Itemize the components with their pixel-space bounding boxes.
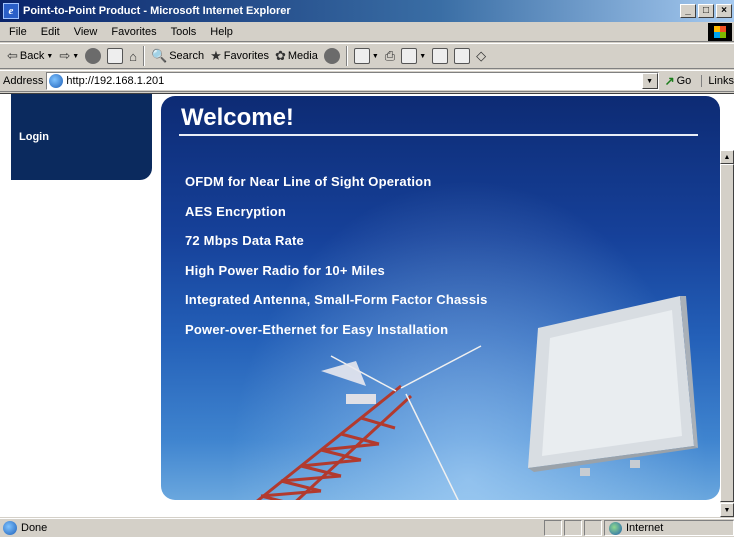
close-button[interactable]: × — [716, 4, 732, 18]
toolbar-separator — [345, 46, 348, 66]
standard-toolbar: ⇦ Back ▼ ⇨ ▼ ⌂ 🔍 Search ★ Favorites ✿ Me… — [0, 43, 734, 69]
mail-dropdown-icon[interactable]: ▼ — [372, 53, 379, 60]
internet-zone-icon — [609, 521, 622, 535]
favorites-label: Favorites — [223, 50, 269, 62]
title-underline — [179, 134, 698, 136]
address-url[interactable]: http://192.168.1.201 — [66, 75, 164, 87]
feature-item: OFDM for Near Line of Sight Operation — [185, 174, 432, 189]
media-label: Media — [287, 50, 318, 62]
title-bar[interactable]: e Point-to-Point Product - Microsoft Int… — [0, 0, 734, 22]
radio-tower-image — [256, 345, 482, 500]
antenna-product-image — [528, 296, 698, 476]
address-input[interactable]: http://192.168.1.201 ▼ — [46, 72, 659, 90]
print-icon: ⎙ — [384, 48, 396, 63]
page-viewport: Login Welcome! OFDM for Near Line of Sig… — [0, 93, 734, 517]
ie-logo-icon: e — [3, 3, 19, 19]
address-bar: Address http://192.168.1.201 ▼ ↗ Go Link… — [0, 70, 734, 92]
zone-label: Internet — [626, 522, 664, 534]
page-icon — [49, 74, 64, 88]
status-text: Done — [21, 522, 48, 534]
security-zone: Internet — [604, 520, 734, 536]
menu-edit[interactable]: Edit — [34, 24, 67, 40]
login-link[interactable]: Login — [19, 131, 49, 143]
messenger-button[interactable] — [451, 45, 473, 67]
menu-help[interactable]: Help — [203, 24, 240, 40]
windows-logo-icon — [708, 23, 732, 41]
go-button[interactable]: ↗ Go — [665, 74, 692, 88]
welcome-title: Welcome! — [181, 104, 294, 131]
menu-tools[interactable]: Tools — [164, 24, 204, 40]
address-label: Address — [3, 75, 44, 87]
stop-button[interactable] — [82, 45, 104, 67]
browser-window: e Point-to-Point Product - Microsoft Int… — [0, 0, 734, 537]
history-icon — [323, 48, 340, 64]
feature-item: 72 Mbps Data Rate — [185, 233, 304, 249]
status-panel — [544, 520, 562, 536]
feature-item: Integrated Antenna, Small-Form Factor Ch… — [185, 292, 488, 308]
messenger-icon — [454, 48, 471, 64]
research-button[interactable]: ◇ — [473, 45, 489, 67]
print-button[interactable]: ⎙ — [382, 45, 398, 67]
menu-view[interactable]: View — [67, 24, 105, 40]
search-button[interactable]: 🔍 Search — [148, 45, 207, 67]
home-icon: ⌂ — [129, 48, 138, 64]
back-dropdown-icon[interactable]: ▼ — [46, 53, 53, 60]
toolbar-separator — [143, 46, 146, 66]
discuss-button[interactable] — [429, 45, 451, 67]
page-done-icon — [3, 521, 17, 535]
feature-item: Power-over-Ethernet for Easy Installatio… — [185, 321, 449, 337]
search-label: Search — [169, 50, 205, 62]
scroll-up-button[interactable]: ▲ — [720, 150, 734, 164]
menu-file[interactable]: File — [2, 24, 34, 40]
mail-button[interactable]: ▼ — [351, 45, 382, 67]
mail-icon — [353, 48, 370, 64]
refresh-button[interactable] — [104, 45, 126, 67]
welcome-banner: Welcome! OFDM for Near Line of Sight Ope… — [161, 96, 720, 500]
status-panel — [584, 520, 602, 536]
sidebar-nav: Login — [11, 94, 152, 180]
search-icon: 🔍 — [151, 48, 168, 63]
address-dropdown-icon[interactable]: ▼ — [641, 73, 658, 89]
links-button[interactable]: Links — [701, 75, 734, 87]
maximize-button[interactable]: □ — [698, 4, 714, 18]
forward-arrow-icon: ⇨ — [59, 48, 71, 63]
stop-icon — [85, 48, 102, 64]
history-button[interactable] — [321, 45, 343, 67]
discuss-icon — [432, 48, 449, 64]
refresh-icon — [107, 48, 124, 64]
back-arrow-icon: ⇦ — [7, 48, 18, 63]
edit-dropdown-icon[interactable]: ▼ — [419, 53, 426, 60]
minimize-button[interactable]: _ — [680, 4, 696, 18]
menu-favorites[interactable]: Favorites — [104, 24, 163, 40]
go-arrow-icon: ↗ — [664, 74, 675, 88]
menu-bar: File Edit View Favorites Tools Help — [0, 22, 734, 42]
go-label: Go — [676, 75, 692, 87]
feature-item: High Power Radio for 10+ Miles — [185, 262, 385, 278]
scroll-down-button[interactable]: ▼ — [720, 503, 734, 517]
windows-flag-icon — [714, 26, 726, 38]
window-controls: _ □ × — [680, 4, 732, 18]
forward-button[interactable]: ⇨ ▼ — [56, 45, 82, 67]
status-panel — [564, 520, 582, 536]
back-label: Back — [19, 50, 45, 62]
home-button[interactable]: ⌂ — [126, 45, 140, 67]
research-icon: ◇ — [476, 48, 487, 63]
status-bar: Done Internet — [0, 518, 734, 537]
vertical-scrollbar[interactable]: ▲ ▼ — [720, 150, 734, 517]
edit-word-button[interactable]: ▼ — [398, 45, 429, 67]
media-icon: ✿ — [274, 48, 286, 63]
media-button[interactable]: ✿ Media — [272, 45, 321, 67]
feature-list: OFDM for Near Line of Sight Operation AE… — [185, 174, 488, 352]
back-button[interactable]: ⇦ Back ▼ — [4, 45, 56, 67]
word-icon — [401, 48, 418, 64]
scroll-thumb[interactable] — [720, 164, 734, 502]
window-title: Point-to-Point Product - Microsoft Inter… — [23, 5, 291, 17]
favorites-icon: ★ — [210, 48, 222, 63]
favorites-button[interactable]: ★ Favorites — [207, 45, 272, 67]
feature-item: AES Encryption — [185, 203, 287, 219]
forward-dropdown-icon[interactable]: ▼ — [72, 53, 79, 60]
